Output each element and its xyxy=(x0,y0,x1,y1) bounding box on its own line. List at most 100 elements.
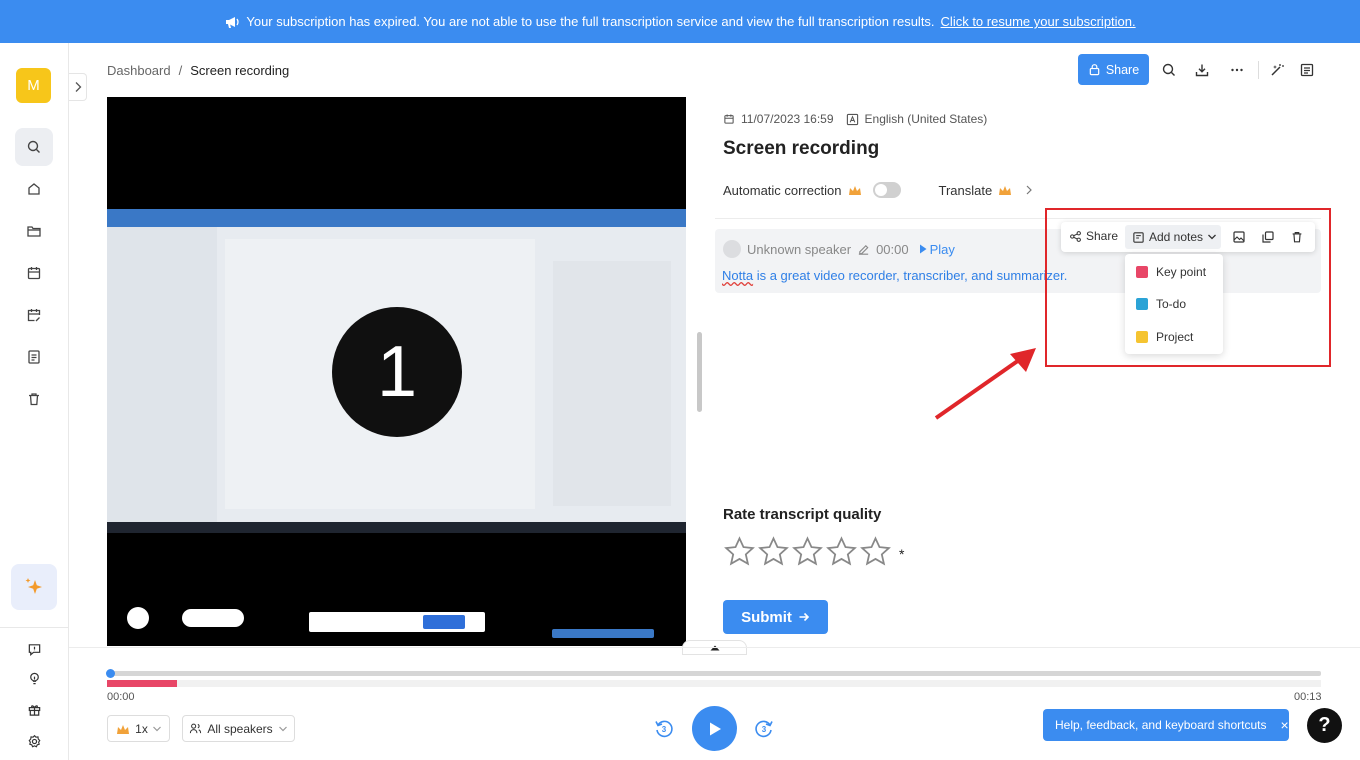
star-rating: * xyxy=(723,535,904,568)
segment-play-label: Play xyxy=(929,241,955,257)
annotation-arrow xyxy=(934,348,1036,420)
breadcrumb-dashboard-link[interactable]: Dashboard xyxy=(107,63,171,78)
crown-icon xyxy=(115,722,131,736)
chevron-down-icon xyxy=(278,725,288,733)
avatar[interactable]: M xyxy=(16,68,51,103)
required-mark: * xyxy=(899,545,905,562)
submit-button[interactable]: Submit xyxy=(723,600,828,634)
settings-icon[interactable] xyxy=(22,729,46,753)
speaker-timeline[interactable] xyxy=(107,680,1321,687)
panel-resize-handle[interactable] xyxy=(697,332,702,412)
language-icon xyxy=(846,113,859,126)
notes-panel-icon[interactable] xyxy=(1296,59,1318,81)
home-icon[interactable] xyxy=(22,177,46,201)
play-icon xyxy=(708,721,722,737)
copy-icon[interactable] xyxy=(1260,229,1276,245)
delete-icon[interactable] xyxy=(1289,229,1305,245)
expand-sidebar-button[interactable] xyxy=(69,73,87,101)
chevron-down-icon xyxy=(152,725,162,733)
recording-controls xyxy=(182,609,244,627)
add-notes-menu: Key point To-do Project xyxy=(1125,254,1223,354)
share-nodes-icon xyxy=(1069,230,1082,243)
users-icon xyxy=(189,722,202,735)
note-icon xyxy=(1132,231,1145,244)
star-icon[interactable] xyxy=(825,535,858,568)
add-notes-button[interactable]: Add notes xyxy=(1125,225,1221,249)
gift-icon[interactable] xyxy=(22,697,46,721)
banner-message: Your subscription has expired. You are n… xyxy=(246,14,935,29)
translate-label[interactable]: Translate xyxy=(939,183,993,198)
skip-forward-3-button[interactable]: 3 xyxy=(753,717,775,739)
current-time: 00:00 xyxy=(107,691,135,703)
notes-menu-item-project[interactable]: Project xyxy=(1136,330,1193,344)
calendar-icon[interactable] xyxy=(22,261,46,285)
video-player[interactable]: 1 xyxy=(107,97,686,646)
megaphone-icon xyxy=(224,15,240,29)
recording-title[interactable]: Screen recording xyxy=(723,138,879,160)
progress-track[interactable] xyxy=(106,669,1321,678)
more-icon[interactable] xyxy=(1226,59,1248,81)
segment-text-first-word: Notta xyxy=(722,268,754,283)
calendar-edit-icon[interactable] xyxy=(22,303,46,327)
feedback-icon[interactable] xyxy=(22,637,46,661)
folder-icon[interactable] xyxy=(22,219,46,243)
submit-label: Submit xyxy=(741,608,792,626)
speaker-name[interactable]: Unknown speaker xyxy=(747,242,851,257)
breadcrumb-current: Screen recording xyxy=(190,63,290,78)
skip-back-3-button[interactable]: 3 xyxy=(653,717,675,739)
star-icon[interactable] xyxy=(859,535,892,568)
playback-speed-select[interactable]: 1x xyxy=(107,715,170,742)
play-button[interactable] xyxy=(692,706,737,751)
key-point-swatch xyxy=(1136,266,1148,278)
arrow-right-icon xyxy=(798,611,810,623)
add-notes-label: Add notes xyxy=(1149,230,1204,244)
total-time: 00:13 xyxy=(1294,691,1322,703)
screen-banner xyxy=(107,209,686,227)
calendar-icon xyxy=(723,113,735,125)
star-icon[interactable] xyxy=(791,535,824,568)
image-icon[interactable] xyxy=(1231,229,1247,245)
search-transcript-icon[interactable] xyxy=(1158,59,1180,81)
sparkle-icon xyxy=(23,576,45,598)
sidebar-divider xyxy=(0,627,69,628)
segment-text[interactable]: Notta is a great video recorder, transcr… xyxy=(722,268,1067,283)
notes-menu-label: Key point xyxy=(1156,265,1207,279)
help-tooltip[interactable]: Help, feedback, and keyboard shortcuts × xyxy=(1043,709,1289,741)
magic-wand-icon[interactable] xyxy=(1266,59,1288,81)
breadcrumb-separator: / xyxy=(178,63,183,78)
trash-icon[interactable] xyxy=(22,387,46,411)
edit-pencil-icon[interactable] xyxy=(857,243,870,256)
document-icon[interactable] xyxy=(22,345,46,369)
star-icon[interactable] xyxy=(723,535,756,568)
chevron-right-icon[interactable] xyxy=(1025,184,1033,196)
segment-text-rest: is a great video recorder, transcriber, … xyxy=(753,268,1068,283)
transcript-options: Automatic correction Translate xyxy=(723,182,1033,198)
ai-assistant-button[interactable] xyxy=(11,564,57,610)
toolbar-share-button[interactable]: Share xyxy=(1069,229,1118,243)
search-icon[interactable] xyxy=(15,128,53,166)
speakers-filter-select[interactable]: All speakers xyxy=(182,715,295,742)
close-icon[interactable]: × xyxy=(1280,717,1288,733)
segment-play-button[interactable]: Play xyxy=(919,242,955,257)
share-button[interactable]: Share xyxy=(1078,54,1149,85)
lightbulb-icon[interactable] xyxy=(22,666,46,690)
segment-toolbar: Share Add notes xyxy=(1061,222,1315,252)
star-icon[interactable] xyxy=(757,535,790,568)
subscription-banner: Your subscription has expired. You are n… xyxy=(0,0,1360,43)
left-sidebar: M xyxy=(0,43,69,760)
countdown-overlay: 1 xyxy=(332,307,462,437)
progress-knob[interactable] xyxy=(106,669,115,678)
notes-menu-item-to-do[interactable]: To-do xyxy=(1136,297,1186,311)
resume-subscription-link[interactable]: Click to resume your subscription. xyxy=(941,14,1136,29)
speaker-avatar xyxy=(723,240,741,258)
recording-language[interactable]: English (United States) xyxy=(865,112,988,126)
notes-menu-label: To-do xyxy=(1156,297,1187,311)
sharing-notice xyxy=(309,612,485,632)
help-button[interactable]: ? xyxy=(1307,708,1342,743)
chevron-right-icon xyxy=(74,81,82,93)
lock-icon xyxy=(1088,63,1101,76)
download-icon[interactable] xyxy=(1191,59,1213,81)
auto-correction-toggle[interactable] xyxy=(872,182,901,198)
screen-right-panel xyxy=(553,261,671,506)
notes-menu-item-key-point[interactable]: Key point xyxy=(1136,265,1206,279)
